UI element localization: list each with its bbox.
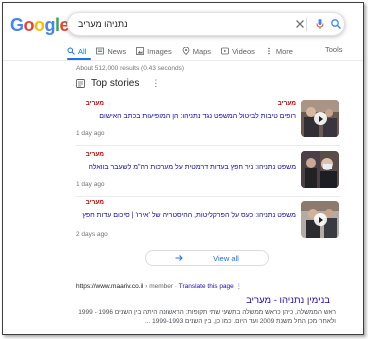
- story-divider: [76, 145, 340, 146]
- tab-more[interactable]: More: [265, 45, 293, 57]
- top-stories-title: Top stories: [91, 78, 140, 89]
- news-icon: [96, 47, 105, 55]
- search-icon: [67, 47, 75, 55]
- tab-label: Maps: [192, 46, 212, 56]
- search-icon[interactable]: [330, 18, 342, 30]
- images-icon: [136, 47, 145, 55]
- thumbnail-image: [301, 151, 339, 188]
- tab-all[interactable]: All: [67, 45, 86, 57]
- tab-label: News: [107, 46, 127, 56]
- view-all-button[interactable]: View all: [145, 250, 269, 266]
- translate-link[interactable]: Translate this page: [179, 283, 234, 290]
- story-thumbnail[interactable]: [301, 100, 339, 137]
- story-source-logo: מעריב: [85, 100, 104, 107]
- result-breadcrumb: › member: [145, 283, 174, 290]
- search-input[interactable]: נתניהו מעריב: [78, 19, 128, 29]
- story-headline[interactable]: רופים טיבות לביטול המשפט נגד נתניהו: הן …: [66, 112, 296, 121]
- story-headline[interactable]: משפט נתניהו: כעס על הפרקליטות, ההיסטריה …: [66, 211, 296, 220]
- maps-icon: [182, 47, 190, 55]
- result-more-icon[interactable]: ⋮: [236, 283, 243, 290]
- tab-news[interactable]: News: [96, 45, 126, 57]
- result-url[interactable]: https://www.maariv.co.il: [76, 283, 143, 290]
- google-logo[interactable]: Google: [10, 15, 70, 36]
- videos-icon: [221, 47, 229, 55]
- result-title[interactable]: בנימין נתניהו - מעריב: [246, 295, 330, 306]
- tab-label: More: [275, 46, 293, 56]
- story-age: 1 day ago: [76, 130, 105, 137]
- view-all-label: View all: [213, 253, 239, 263]
- search-separator: [306, 18, 307, 31]
- story-age: 1 day ago: [76, 181, 105, 188]
- clear-icon[interactable]: [294, 18, 306, 30]
- story-thumbnail[interactable]: [301, 151, 339, 188]
- more-icon: [268, 47, 270, 55]
- tab-label: Videos: [232, 46, 255, 56]
- search-tabs: All News Images Maps Videos More: [67, 45, 303, 59]
- tab-videos[interactable]: Videos: [221, 45, 255, 57]
- story-thumbnail[interactable]: [301, 201, 339, 238]
- tab-images[interactable]: Images: [136, 45, 172, 57]
- mic-icon[interactable]: [314, 18, 326, 30]
- play-icon: [314, 112, 327, 125]
- story-age: 2 days ago: [76, 231, 108, 238]
- story-source-logo: מעריב: [85, 151, 104, 158]
- tab-label: Images: [147, 46, 172, 56]
- top-stories-header: Top stories ⋮: [76, 78, 160, 89]
- arrow-right-icon: [175, 255, 183, 261]
- tools-button[interactable]: Tools: [325, 45, 343, 54]
- story-divider: [76, 196, 340, 197]
- play-icon: [314, 213, 327, 226]
- story-source-logo: מעריב: [85, 199, 104, 206]
- result-url-line: https://www.maariv.co.il › member · Tran…: [76, 283, 243, 290]
- top-stories-icon: [76, 79, 85, 88]
- result-stats: About 512,000 results (0.43 seconds): [76, 65, 185, 72]
- header-divider: [3, 60, 363, 61]
- story-headline[interactable]: משפט נתניהו: ניר חפץ בעדות דרמטית על מער…: [66, 163, 297, 172]
- tab-label: All: [78, 46, 87, 56]
- search-box[interactable]: נתניהו מעריב: [67, 12, 345, 36]
- tab-maps[interactable]: Maps: [182, 45, 211, 57]
- result-snippet: ראש הממשלה, כיהן כראש ממשלה בתשעי שתי תק…: [78, 309, 336, 325]
- more-options-icon[interactable]: ⋮: [151, 78, 160, 89]
- browser-frame: Google נתניהו מעריב All News Images Maps…: [2, 2, 364, 335]
